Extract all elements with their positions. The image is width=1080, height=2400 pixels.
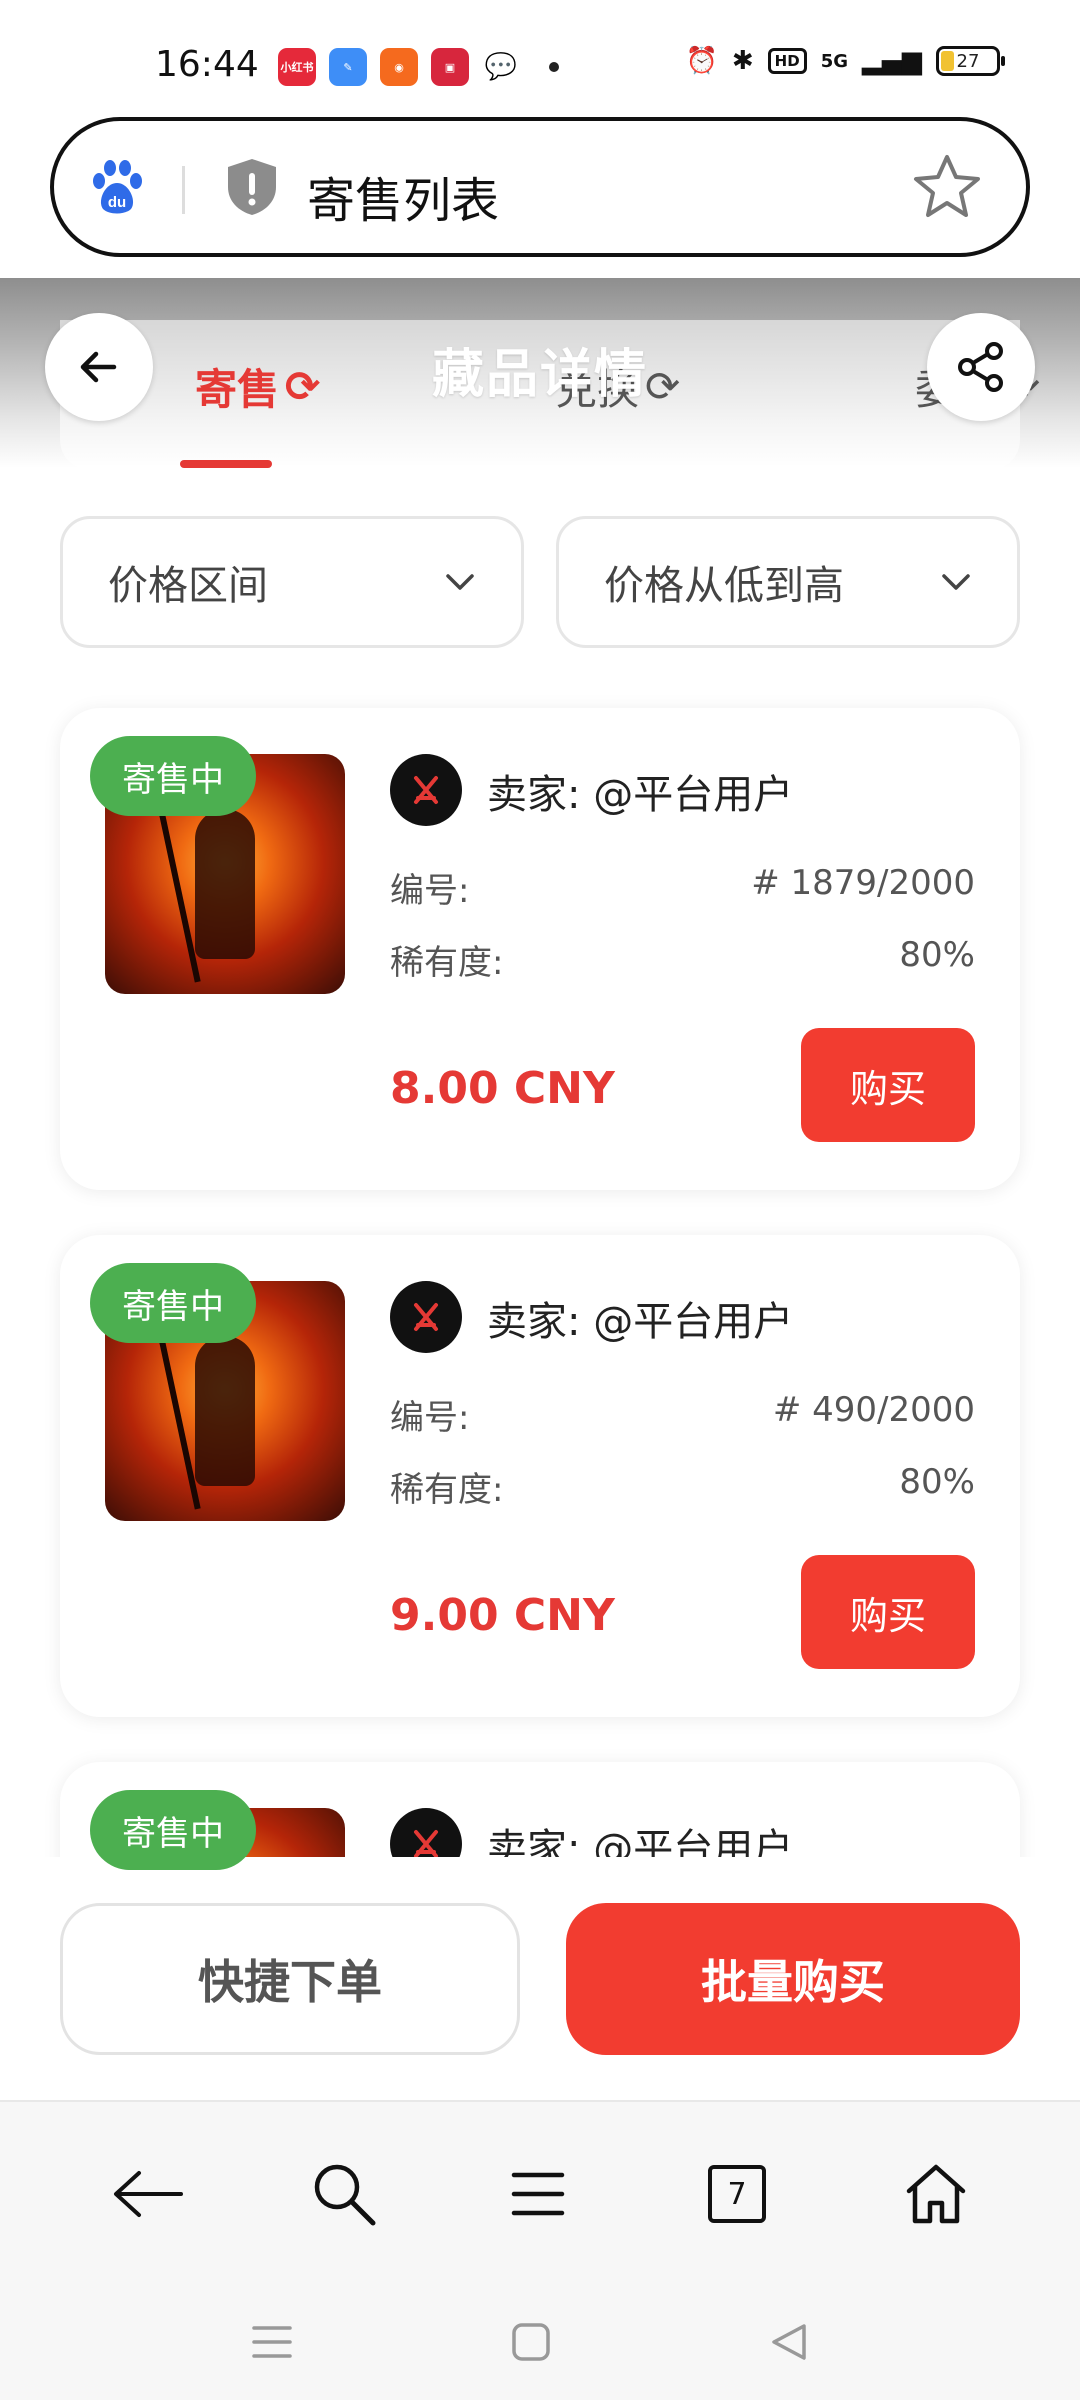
sort-filter[interactable]: 价格从低到高 [556,516,1020,648]
chevron-down-icon [942,574,970,590]
battery-icon: 27 [936,46,1005,76]
more-notifications-dot [549,62,559,72]
system-back-button[interactable] [764,2317,814,2367]
serial-label: 编号: [390,1398,470,1438]
system-recents-button[interactable] [247,2317,297,2367]
bottom-action-bar: 快捷下单 批量购买 [0,1857,1080,2100]
back-button[interactable] [45,313,153,421]
rarity-label: 稀有度: [390,1470,504,1510]
seller-logo-icon [414,1303,438,1331]
square-icon [512,2323,550,2361]
baidu-logo-icon[interactable]: du [87,157,147,217]
system-home-button[interactable] [506,2317,556,2367]
svg-text:du: du [108,194,126,211]
page-title[interactable]: 寄售列表 [307,161,499,231]
recents-icon [252,2326,292,2358]
price: 8.00 CNY [390,1063,615,1114]
system-icons: ⏰ ✱ HD 5G ▂▄▆ 27 [685,46,1005,76]
serial-value: # 490/2000 [772,1390,975,1430]
buy-button[interactable]: 购买 [801,1555,975,1669]
triangle-back-icon [772,2324,806,2360]
serial-value: # 1879/2000 [751,863,975,903]
buy-button[interactable]: 购买 [801,1028,975,1142]
browser-tabs-button[interactable]: 7 [697,2154,777,2234]
rarity-value: 80% [899,935,975,975]
shield-warning-icon[interactable] [222,155,282,219]
arrow-left-icon [80,351,117,383]
signal-icon: ▂▄▆ [862,46,922,76]
address-bar[interactable]: du 寄售列表 [50,117,1030,257]
rarity-label: 稀有度: [390,943,504,983]
bluetooth-icon: ✱ [731,46,754,76]
status-bar: 16:44 小红书 ✎ ◉ ▣ 💬 ⏰ ✱ HD 5G ▂▄▆ 27 [0,0,1080,110]
price-range-label: 价格区间 [108,563,268,609]
address-divider [182,166,185,214]
seller-name: 卖家: @平台用户 [487,772,794,818]
home-icon [906,2164,966,2224]
seller-avatar [390,754,462,826]
status-badge: 寄售中 [90,1790,256,1870]
bookmark-star-icon[interactable] [912,151,982,221]
seller-name: 卖家: @平台用户 [487,1299,794,1345]
taobao-icon: ▣ [431,48,469,86]
wechat-icon: 💬 [482,48,520,86]
rarity-value: 80% [899,1462,975,1502]
browser-search-button[interactable] [304,2154,384,2234]
arrow-left-icon [114,2171,183,2217]
status-badge: 寄售中 [90,736,256,816]
menu-icon [511,2172,565,2216]
status-badge: 寄售中 [90,1263,256,1343]
browser-toolbar: 7 [0,2100,1080,2400]
network-type: 5G [820,50,848,72]
browser-home-button[interactable] [896,2154,976,2234]
share-icon [958,342,1003,392]
serial-label: 编号: [390,871,470,911]
price-range-filter[interactable]: 价格区间 [60,516,524,648]
sort-label: 价格从低到高 [604,563,844,609]
quick-order-button[interactable]: 快捷下单 [60,1903,520,2055]
share-button[interactable] [927,313,1035,421]
browser-back-button[interactable] [108,2154,188,2234]
header-title: 藏品详情 [431,345,648,405]
browser-menu-button[interactable] [498,2154,578,2234]
listing-card[interactable]: 寄售中 卖家: @平台用户 编号: # 1879/2000 稀有度: 80% 8… [60,708,1020,1190]
status-time: 16:44 [155,44,259,85]
feather-app-icon: ✎ [329,48,367,86]
listing-card[interactable]: 寄售中 卖家: @平台用户 编号: # 490/2000 稀有度: 80% 9.… [60,1235,1020,1717]
alarm-icon: ⏰ [685,46,718,76]
active-tab-indicator [180,460,272,468]
bulk-buy-button[interactable]: 批量购买 [566,1903,1020,2055]
xiaohongshu-icon: 小红书 [278,48,316,86]
price: 9.00 CNY [390,1590,615,1641]
hd-icon: HD [767,48,807,74]
seller-logo-icon [414,776,438,804]
seller-avatar [390,1281,462,1353]
battery-level: 27 [956,50,980,72]
notification-icons: 小红书 ✎ ◉ ▣ 💬 [278,48,559,86]
tab-count: 7 [708,2165,766,2223]
chevron-down-icon [446,574,474,590]
search-icon [314,2164,376,2226]
pdd-icon: ◉ [380,48,418,86]
